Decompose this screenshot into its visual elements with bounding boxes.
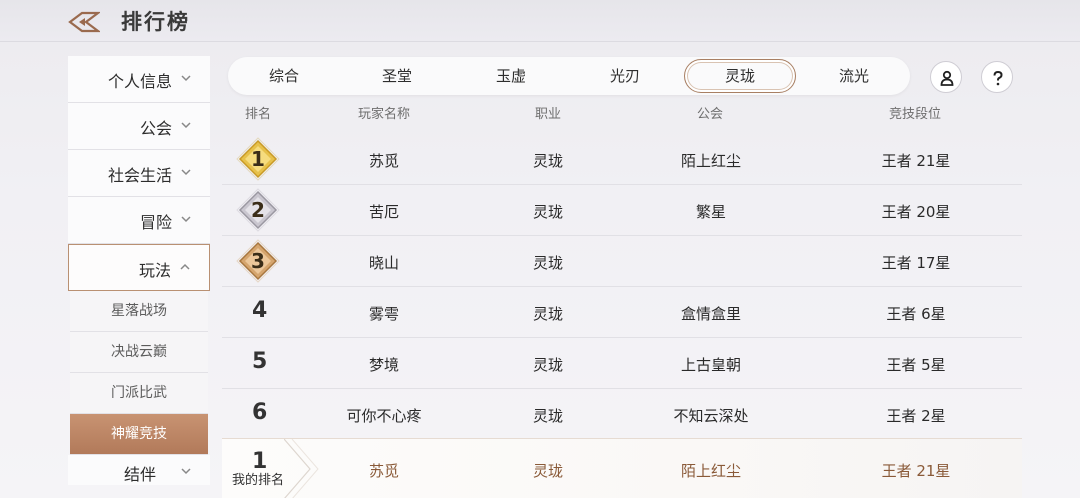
row-divider-chevron-icon — [284, 439, 319, 498]
player-job: 灵珑 — [532, 203, 564, 221]
my-tier: 王者 21星 — [881, 462, 951, 480]
my-rank-row: 1 我的排名 苏觅 灵珑 陌上红尘 王者 21星 — [222, 438, 1022, 498]
bronze-medal-icon: 3 — [236, 239, 280, 283]
sidebar-item-label: 玩法 — [138, 261, 171, 280]
my-job: 灵珑 — [532, 462, 564, 480]
player-job: 灵珑 — [532, 407, 564, 425]
submenu-item-selected[interactable]: 神耀竞技 — [70, 414, 208, 455]
column-header-name: 玩家名称 — [358, 107, 411, 122]
gameplay-submenu: 星落战场 决战云巅 门派比武 神耀竞技 — [70, 291, 208, 455]
person-icon — [940, 70, 954, 86]
sidebar-item-partner[interactable]: 结伴 — [68, 455, 210, 485]
sidebar-item-gameplay[interactable]: 玩法 — [68, 244, 210, 291]
back-arrow-icon[interactable] — [68, 10, 102, 34]
tab-linglong[interactable]: 灵珑 — [684, 59, 796, 93]
sidebar-item-label: 结伴 — [123, 465, 156, 484]
player-tier: 王者 17星 — [881, 254, 951, 272]
player-guild: 盒情盒里 — [680, 305, 742, 323]
column-header-guild: 公会 — [697, 107, 724, 122]
player-name: 可你不心疼 — [346, 407, 422, 425]
chevron-up-icon — [180, 263, 190, 270]
tab-zonghe[interactable]: 综合 — [228, 57, 340, 95]
question-icon — [993, 70, 1003, 86]
tab-liuguang[interactable]: 流光 — [798, 57, 910, 95]
my-guild: 陌上红尘 — [680, 462, 742, 480]
table-row[interactable]: 3 晓山 灵珑 王者 17星 — [222, 236, 1022, 287]
sidebar: 个人信息 公会 社会生活 冒险 玩法 星落战场 决战云巅 门派比武 神耀竞技 结… — [68, 56, 210, 498]
rank-number: 5 — [252, 349, 268, 374]
tab-guangren[interactable]: 光刃 — [569, 57, 681, 95]
chevron-down-icon — [181, 468, 191, 475]
submenu-item[interactable]: 门派比武 — [70, 373, 208, 414]
player-tier: 王者 2星 — [886, 407, 946, 425]
class-tabs: 综合 圣堂 玉虚 光刃 灵珑 流光 — [228, 57, 910, 95]
player-job: 灵珑 — [532, 254, 564, 272]
player-tier: 王者 6星 — [886, 305, 946, 323]
player-guild: 陌上红尘 — [680, 152, 742, 170]
sidebar-item-label: 冒险 — [139, 213, 172, 232]
player-guild: 不知云深处 — [673, 407, 749, 425]
player-name: 苏觅 — [368, 152, 400, 170]
player-tier: 王者 21星 — [881, 152, 951, 170]
chevron-down-icon — [181, 216, 191, 223]
page-title: 排行榜 — [121, 10, 190, 34]
player-job: 灵珑 — [532, 152, 564, 170]
chevron-down-icon — [181, 169, 191, 176]
chevron-down-icon — [181, 122, 191, 129]
sidebar-item-label: 社会生活 — [107, 166, 172, 185]
player-name: 苦厄 — [368, 203, 400, 221]
my-rank-label: 我的排名 — [232, 473, 285, 488]
my-name: 苏觅 — [368, 462, 400, 480]
rank-number: 3 — [251, 249, 265, 273]
player-job: 灵珑 — [532, 305, 564, 323]
chevron-down-icon — [181, 75, 191, 82]
table-row[interactable]: 2 苦厄 灵珑 繁星 王者 20星 — [222, 185, 1022, 236]
player-name: 雾雩 — [368, 305, 400, 323]
sidebar-item-guild[interactable]: 公会 — [68, 103, 210, 150]
submenu-item[interactable]: 星落战场 — [70, 291, 208, 332]
sidebar-item-social-life[interactable]: 社会生活 — [68, 150, 210, 197]
player-tier: 王者 20星 — [881, 203, 951, 221]
table-row[interactable]: 6 可你不心疼 灵珑 不知云深处 王者 2星 — [222, 389, 1022, 440]
player-guild: 上古皇朝 — [680, 356, 742, 374]
table-row[interactable]: 5 梦境 灵珑 上古皇朝 王者 5星 — [222, 338, 1022, 389]
rank-number: 1 — [251, 147, 265, 171]
top-bar: 排行榜 — [0, 0, 1080, 42]
player-tier: 王者 5星 — [886, 356, 946, 374]
help-button[interactable] — [981, 61, 1013, 93]
profile-button[interactable] — [930, 61, 962, 93]
sidebar-item-label: 公会 — [139, 119, 172, 138]
table-row[interactable]: 1 苏觅 灵珑 陌上红尘 王者 21星 — [222, 134, 1022, 185]
table-row[interactable]: 4 雾雩 灵珑 盒情盒里 王者 6星 — [222, 287, 1022, 338]
column-header-rank: 排名 — [245, 107, 272, 122]
silver-medal-icon: 2 — [236, 188, 280, 232]
rank-number: 2 — [251, 198, 265, 222]
gold-medal-icon: 1 — [236, 137, 280, 181]
tab-yuxu[interactable]: 玉虚 — [455, 57, 567, 95]
sidebar-item-personal-info[interactable]: 个人信息 — [68, 56, 210, 103]
sidebar-item-adventure[interactable]: 冒险 — [68, 197, 210, 244]
rank-number: 4 — [252, 298, 268, 323]
sidebar-item-label: 个人信息 — [107, 72, 172, 91]
player-job: 灵珑 — [532, 356, 564, 374]
column-header-job: 职业 — [535, 107, 562, 122]
rank-number: 6 — [252, 400, 268, 425]
tab-shengtang[interactable]: 圣堂 — [341, 57, 453, 95]
submenu-item[interactable]: 决战云巅 — [70, 332, 208, 373]
player-name: 晓山 — [368, 254, 400, 272]
player-guild: 繁星 — [695, 203, 727, 221]
column-header-tier: 竞技段位 — [889, 107, 942, 122]
player-name: 梦境 — [368, 356, 400, 374]
